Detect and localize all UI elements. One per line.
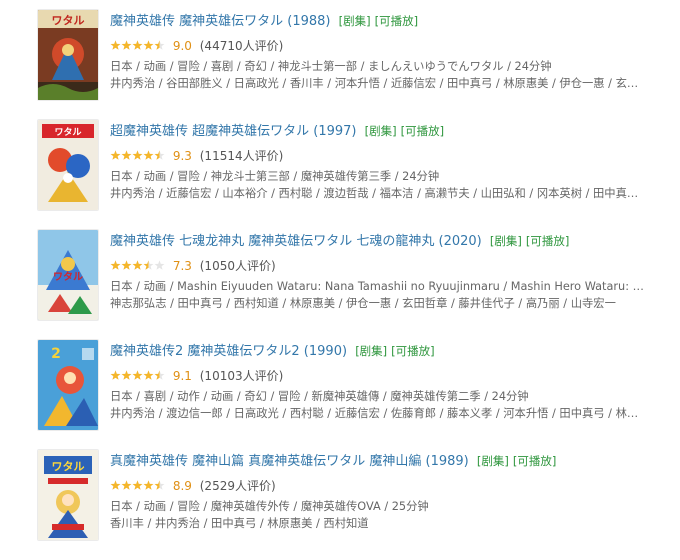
tag-series[interactable]: [剧集]	[490, 234, 522, 248]
svg-text:ワタル: ワタル	[52, 460, 85, 473]
poster-image[interactable]: ワタル	[38, 10, 98, 100]
result-title-link[interactable]: 魔神英雄传 魔神英雄伝ワタル (1988)	[110, 14, 331, 29]
rating-count: (11514人评价)	[199, 149, 284, 163]
svg-text:2: 2	[51, 346, 61, 362]
tag-series[interactable]: [剧集]	[477, 454, 509, 468]
rating-count: (2529人评价)	[199, 479, 276, 493]
result-meta: 日本 / 动画 / 冒险 / 喜剧 / 奇幻 / 神龙斗士第一部 / ましんえい…	[110, 60, 552, 73]
result-title-link[interactable]: 超魔神英雄传 超魔神英雄伝ワタル (1997)	[110, 124, 357, 139]
result-item: 2 魔神英雄传2 魔神英雄伝ワタル2 (1990) [剧集] [可播放] 9.1 …	[0, 340, 680, 450]
result-cast: 井内秀治 / 渡边信一郎 / 日高政光 / 西村聪 / 近藤信宏 / 佐藤育郎 …	[110, 407, 644, 420]
rating-score: 9.1	[172, 369, 192, 383]
result-meta: 日本 / 动画 / 冒险 / 魔神英雄传外传 / 魔神英雄传OVA / 25分钟	[110, 500, 429, 513]
result-title-link[interactable]: 魔神英雄传 七魂龙神丸 魔神英雄伝ワタル 七魂の龍神丸 (2020)	[110, 234, 482, 249]
result-item: ワタル 真魔神英雄传 魔神山篇 真魔神英雄伝ワタル 魔神山編 (1989) [剧…	[0, 450, 680, 560]
tag-playable[interactable]: [可播放]	[526, 234, 569, 248]
rating-count: (1050人评价)	[199, 259, 276, 273]
poster-image[interactable]: ワタル	[38, 120, 98, 210]
tag-playable[interactable]: [可播放]	[401, 124, 444, 138]
rating-score: 9.0	[172, 39, 192, 53]
result-item: ワタル 魔神英雄传 七魂龙神丸 魔神英雄伝ワタル 七魂の龍神丸 (2020) […	[0, 230, 680, 340]
result-meta: 日本 / 喜剧 / 动作 / 动画 / 奇幻 / 冒险 / 新魔神英雄傳 / 魔…	[110, 390, 529, 403]
result-item: ワタル 魔神英雄传 魔神英雄伝ワタル (1988) [剧集] [可播放] 9.0 …	[0, 10, 680, 120]
search-results: ワタル 魔神英雄传 魔神英雄伝ワタル (1988) [剧集] [可播放] 9.0 …	[0, 0, 680, 555]
poster-image[interactable]: ワタル	[38, 450, 98, 540]
rating-stars-icon	[110, 40, 165, 50]
poster-image[interactable]: 2	[38, 340, 98, 430]
rating-stars-icon	[110, 370, 165, 380]
result-meta: 日本 / 动画 / 冒险 / 神龙斗士第三部 / 魔神英雄传第三季 / 24分钟	[110, 170, 440, 183]
tag-series[interactable]: [剧集]	[339, 14, 371, 28]
tag-playable[interactable]: [可播放]	[513, 454, 556, 468]
poster-image[interactable]: ワタル	[38, 230, 98, 320]
rating-score: 7.3	[172, 259, 192, 273]
rating-count: (10103人评价)	[199, 369, 284, 383]
result-cast: 井内秀治 / 谷田部胜义 / 日高政光 / 香川丰 / 河本升悟 / 近藤信宏 …	[110, 77, 644, 90]
tag-series[interactable]: [剧集]	[365, 124, 397, 138]
result-item: ワタル 超魔神英雄传 超魔神英雄伝ワタル (1997) [剧集] [可播放] 9.…	[0, 120, 680, 230]
rating-stars-icon	[110, 480, 165, 490]
svg-text:ワタル: ワタル	[54, 126, 81, 138]
rating-score: 9.3	[172, 149, 192, 163]
result-cast: 井内秀治 / 近藤信宏 / 山本裕介 / 西村聪 / 渡边哲哉 / 福本洁 / …	[110, 187, 644, 200]
rating-stars-icon	[110, 260, 165, 270]
tag-playable[interactable]: [可播放]	[391, 344, 434, 358]
tag-series[interactable]: [剧集]	[355, 344, 387, 358]
rating-stars-icon	[110, 150, 165, 160]
tag-playable[interactable]: [可播放]	[375, 14, 418, 28]
rating-count: (44710人评价)	[199, 39, 284, 53]
svg-text:ワタル: ワタル	[52, 14, 85, 27]
result-cast: 神志那弘志 / 田中真弓 / 西村知道 / 林原惠美 / 伊仓一惠 / 玄田哲章…	[110, 297, 616, 310]
result-meta: 日本 / 动画 / Mashin Eiyuuden Wataru: Nana T…	[110, 280, 644, 293]
result-title-link[interactable]: 真魔神英雄传 魔神山篇 真魔神英雄伝ワタル 魔神山編 (1989)	[110, 454, 469, 469]
result-title-link[interactable]: 魔神英雄传2 魔神英雄伝ワタル2 (1990)	[110, 344, 347, 359]
result-cast: 香川丰 / 井内秀治 / 田中真弓 / 林原惠美 / 西村知道	[110, 517, 369, 530]
rating-score: 8.9	[172, 479, 192, 493]
svg-text:ワタル: ワタル	[53, 271, 83, 283]
